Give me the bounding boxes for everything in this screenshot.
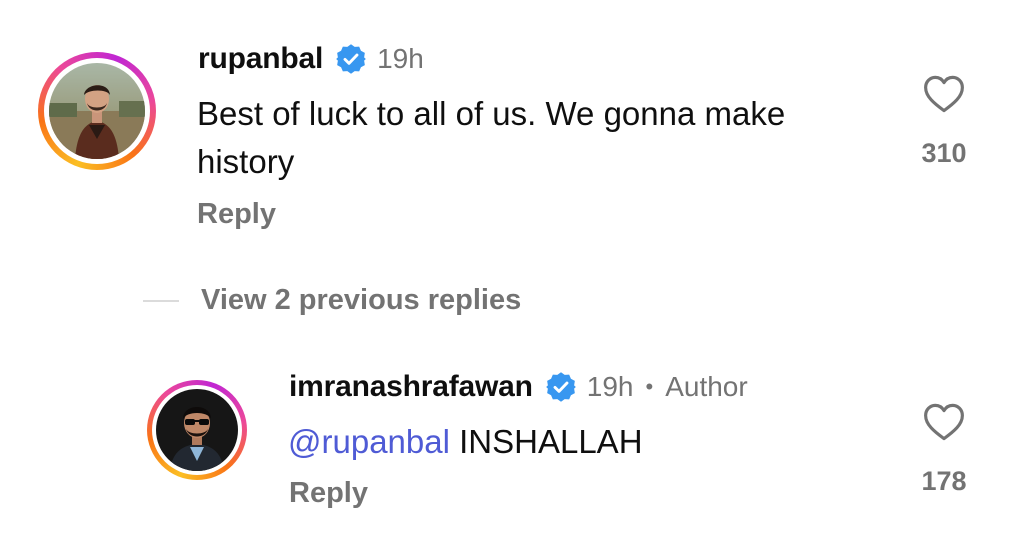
comment-body: INSHALLAH [449, 423, 643, 460]
avatar[interactable] [156, 389, 238, 471]
view-previous-replies-button[interactable]: View 2 previous replies [143, 284, 521, 317]
heart-outline-icon[interactable] [923, 74, 965, 114]
heart-outline-icon[interactable] [923, 402, 965, 442]
mention-link[interactable]: @rupanbal [288, 423, 450, 460]
comment-text: @rupanbal INSHALLAH [288, 418, 888, 466]
avatar-photo-man-leather-jacket [49, 63, 145, 159]
username[interactable]: imranashrafawan [289, 370, 533, 404]
username[interactable]: rupanbal [198, 42, 323, 76]
like-count[interactable]: 178 [899, 466, 989, 497]
verified-badge-icon [335, 43, 367, 75]
avatar-photo-man-sunglasses [156, 389, 238, 471]
meta-separator: • [645, 374, 654, 399]
author-badge: Author [665, 371, 748, 402]
comment-meta: imranashrafawan 19h • Author [289, 370, 748, 404]
comment-timestamp[interactable]: 19h [587, 371, 634, 403]
view-replies-label: View 2 previous replies [201, 284, 522, 316]
comment-meta: rupanbal 19h [198, 42, 424, 76]
comment-timestamp[interactable]: 19h [377, 43, 424, 75]
like-control: 178 [899, 402, 989, 497]
avatar[interactable] [49, 63, 145, 159]
thread-divider [143, 299, 179, 302]
reply-button[interactable]: Reply [289, 477, 368, 510]
like-count[interactable]: 310 [899, 138, 989, 169]
reply-button[interactable]: Reply [197, 198, 276, 231]
like-control: 310 [899, 74, 989, 169]
verified-badge-icon [545, 371, 577, 403]
comment-text: Best of luck to all of us. We gonna make… [197, 95, 786, 180]
